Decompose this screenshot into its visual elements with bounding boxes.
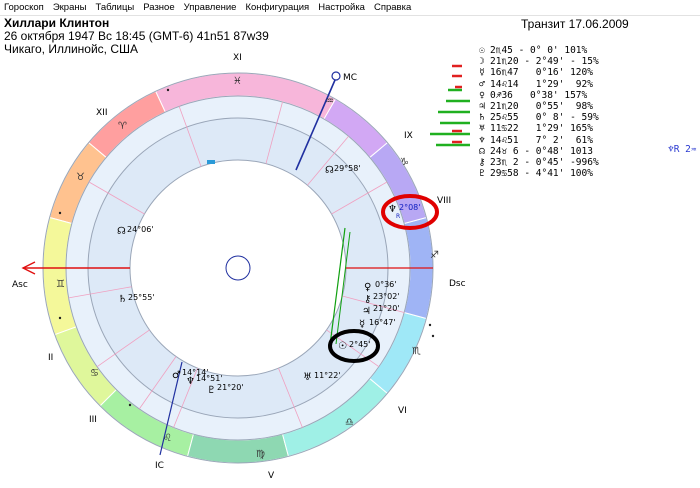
planet-position-text: 16♏47 0°16' 120% [490,67,593,79]
label-25-55: 25°55' [128,293,155,302]
mars-icon: ♂ [172,370,181,381]
house-numeral-XII: XII [96,108,107,118]
planet-position-text: 11♋22 1°29' 165% [490,123,593,135]
mc-label: MC [343,73,357,83]
house-numeral-VIII: VIII [437,196,451,206]
planet-glyph-icon: ♇ [479,168,485,180]
label-21-20b: 21°20' [217,383,244,392]
dot-0 [58,211,62,215]
label-23-02: 23°02' [373,292,400,301]
house-numeral-II: II [48,353,53,363]
label-16-47: 16°47' [369,318,396,327]
planet-position-text: 0♐36 0°38' 157% [490,89,588,101]
label-29-58: 29°58' [334,164,361,173]
dot-5 [128,403,132,407]
aquarius-glyph: ♒ [325,96,334,107]
sagittarius-glyph: ♐ [430,250,439,261]
planet-glyph-icon: ♂ [479,78,485,90]
node-icon: ☊ [117,226,126,237]
dot-3 [428,323,432,327]
planet-position-text: 21♏20 - 2°49' - 15% [490,56,599,68]
planet-glyph-icon: ☽ [479,56,485,68]
planet-glyph-icon: ♃ [479,100,485,112]
house-numeral-V: V [268,471,275,481]
label-0-36: 0°36' [375,280,396,289]
saturn-icon: ♄ [118,294,127,305]
planet-glyph-icon: ♄ [479,112,485,124]
planet-glyph-icon: ⚷ [478,156,486,168]
house-numeral-III: III [89,415,97,425]
planet-position-text: 25♌55 0° 8' - 59% [490,112,599,124]
pisces-glyph: ♓ [233,76,242,87]
mercury-icon: ☿ [359,319,365,330]
sun-icon: ☉ [338,341,347,352]
planet-glyph-icon: ☊ [479,145,485,157]
capricorn-glyph: ♑ [400,157,409,168]
ic-label: IC [155,461,164,471]
scorpio-glyph: ♏ [412,346,421,357]
dot-2 [166,88,170,92]
node-transit-icon: ☊ [325,165,334,176]
house-numeral-VI: VI [398,406,407,416]
label-24-06: 24°06' [127,225,154,234]
pluto-icon: ♇ [207,385,216,396]
taurus-glyph: ♉ [76,172,85,183]
retrograde-neptune-note: ♆R 2♒ 8 [668,144,697,155]
planet-position-text: 14♌51 7° 2' 61% [490,134,593,146]
planet-position-text: 23♏ 2 - 0°45' -996% [490,156,599,168]
planet-glyph-icon: ♅ [479,123,485,135]
cancer-glyph: ♋ [90,368,99,379]
gemini-glyph: ♊ [56,279,65,290]
planet-position-text: 2♏45 - 0° 0' 101% [490,45,588,56]
planet-position-text: 14♌14 1°29' 92% [490,78,593,90]
dot-4 [431,334,435,338]
planet-glyph-icon: ♆ [479,134,485,146]
label-2-45: 2°45' [349,340,370,349]
planet-glyph-icon: ☉ [479,45,485,56]
dot-1 [58,316,62,320]
retrograde-mark: R [396,213,400,220]
label-11-22: 11°22' [314,371,341,380]
label-14-51: 14°51' [196,374,223,383]
planet-position-text: 29♋58 - 4°41' 100% [490,168,593,180]
natal-wheel[interactable]: MCAsc DscICXIIXIIXVIIIIIIIIVVI♓♒♈♉♑♊♐♋♏♌♎… [0,0,700,488]
neptune-icon: ♆ [186,376,195,387]
planet-position-text: 24♉ 6 - 0°48' 1013 [490,145,593,157]
planet-glyph-icon: ♀ [479,89,485,101]
uranus-icon: ♅ [303,372,312,383]
house-numeral-IX: IX [404,131,413,141]
dsc-label: Dsc [449,279,466,289]
planet-glyph-icon: ☿ [479,67,485,79]
jupiter-icon: ♃ [362,306,371,317]
aries-glyph: ♈ [118,121,127,132]
libra-glyph: ♎ [345,417,354,428]
label-2-08: 2°08' [399,203,420,212]
chiron-icon: ⚷ [364,294,371,305]
label-21-20: 21°20' [373,304,400,313]
planet-position-text: 21♏20 0°55' 98% [490,100,593,112]
mc-marker-icon [331,71,341,81]
inner-circle [129,159,347,377]
house-numeral-XI: XI [233,53,242,63]
arc-mark [207,160,215,164]
venus-icon: ♀ [364,282,371,293]
virgo-glyph: ♍ [256,449,265,460]
asc-label: Asc [12,280,28,290]
leo-glyph: ♌ [163,433,172,444]
